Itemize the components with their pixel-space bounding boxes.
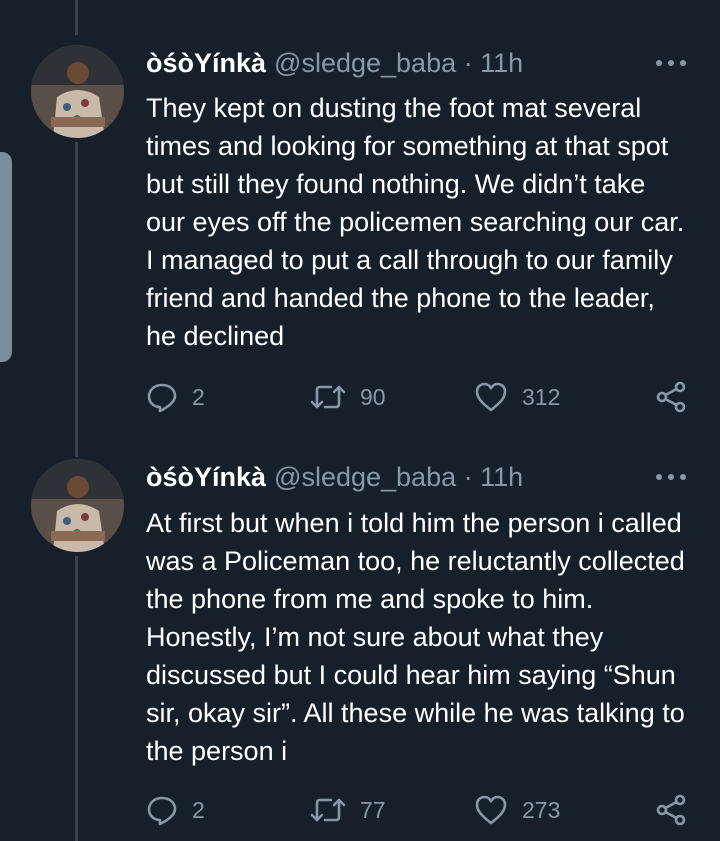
reply-icon — [146, 381, 178, 413]
display-name[interactable]: òśòYínkà — [146, 48, 266, 79]
reply-count: 2 — [192, 383, 205, 410]
tweet-text: They kept on dusting the foot mat severa… — [146, 93, 685, 351]
share-button[interactable] — [654, 377, 688, 417]
retweet-button[interactable]: 90 — [310, 377, 386, 417]
reply-button[interactable]: 2 — [146, 790, 205, 830]
retweet-count: 90 — [360, 383, 386, 410]
retweet-icon — [310, 796, 346, 824]
share-icon — [654, 380, 688, 414]
avatar[interactable] — [31, 459, 124, 552]
display-name[interactable]: òśòYínkà — [146, 462, 266, 493]
tweet-actions: 2 77 273 — [146, 790, 706, 830]
retweet-button[interactable]: 77 — [310, 790, 386, 830]
like-button[interactable]: 273 — [474, 790, 560, 830]
like-icon — [474, 381, 508, 413]
handle-and-time: @sledge_baba · 11h — [274, 47, 524, 78]
reply-button[interactable]: 2 — [146, 377, 205, 417]
reply-icon — [146, 794, 178, 826]
tweet-header: òśòYínkà @sledge_baba · 11h — [146, 459, 523, 495]
tweet-actions: 2 90 312 — [146, 377, 706, 417]
like-icon — [474, 794, 508, 826]
reply-count: 2 — [192, 796, 205, 823]
thread-line — [75, 0, 78, 35]
share-button[interactable] — [654, 790, 688, 830]
more-icon[interactable] — [656, 53, 686, 73]
like-button[interactable]: 312 — [474, 377, 560, 417]
handle-and-time: @sledge_baba · 11h — [274, 461, 524, 492]
retweet-count: 77 — [360, 796, 386, 823]
tweet-text: At first but when i told him the person … — [146, 508, 685, 766]
tweet-header: òśòYínkà @sledge_baba · 11h — [146, 45, 523, 81]
avatar[interactable] — [31, 45, 124, 138]
thread-line — [75, 556, 78, 841]
like-count: 273 — [522, 796, 561, 823]
scroll-handle[interactable] — [0, 152, 12, 362]
thread-line — [75, 142, 78, 457]
more-icon[interactable] — [656, 467, 686, 487]
retweet-icon — [310, 383, 346, 411]
like-count: 312 — [522, 383, 561, 410]
share-icon — [654, 793, 688, 827]
